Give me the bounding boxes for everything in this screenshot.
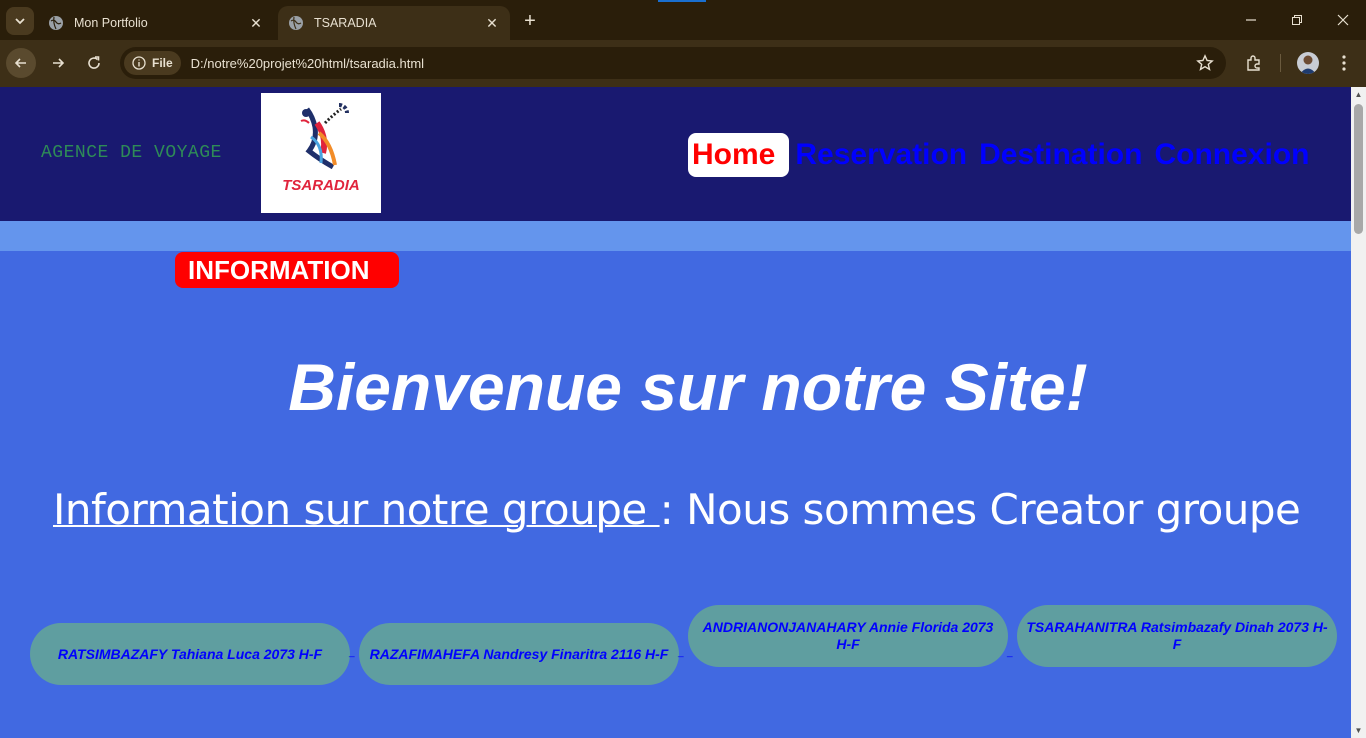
- scroll-up-icon[interactable]: ▲: [1354, 90, 1363, 99]
- arrow-right-icon: [53, 58, 65, 68]
- site-info-chip[interactable]: File: [124, 51, 181, 75]
- chevron-down-icon: [15, 18, 25, 25]
- back-button[interactable]: [6, 48, 36, 78]
- info-icon: [132, 56, 146, 70]
- new-tab-button[interactable]: +: [518, 9, 542, 33]
- member-card[interactable]: RATSIMBAZAFY Tahiana Luca 2073 H-F: [30, 623, 350, 685]
- page-scrollbar[interactable]: ▲ ▼: [1351, 87, 1366, 738]
- site-header: AGENCE DE VOYAGE TSARADIA Home Reservati…: [0, 87, 1351, 221]
- tab-title: Mon Portfolio: [74, 16, 148, 30]
- logo-text: TSARADIA: [282, 177, 360, 194]
- member-card[interactable]: RAZAFIMAHEFA Nandresy Finaritra 2116 H-F: [359, 623, 679, 685]
- globe-icon: [49, 16, 63, 30]
- scroll-thumb[interactable]: [1354, 104, 1363, 234]
- link-separator: _: [1007, 647, 1013, 658]
- close-icon[interactable]: ✕: [484, 15, 500, 31]
- star-icon[interactable]: [1196, 54, 1214, 72]
- close-window-icon[interactable]: [1320, 0, 1366, 40]
- group-info-line: Information sur notre groupe : Nous somm…: [53, 485, 1301, 534]
- nav-reservation[interactable]: Reservation: [795, 138, 967, 172]
- address-bar[interactable]: File D:/notre%20projet%20html/tsaradia.h…: [120, 47, 1226, 79]
- tab-strip-indicator: [658, 0, 706, 2]
- forward-button[interactable]: [43, 48, 73, 78]
- close-icon[interactable]: ✕: [248, 15, 264, 31]
- site-logo[interactable]: TSARADIA: [261, 93, 381, 213]
- nav-destination[interactable]: Destination: [979, 138, 1142, 172]
- browser-toolbar: File D:/notre%20projet%20html/tsaradia.h…: [0, 40, 1366, 86]
- main-nav: Home Reservation Destination Connexion: [688, 133, 1309, 177]
- scroll-down-icon[interactable]: ▼: [1354, 726, 1363, 735]
- group-info-text: : Nous sommes Creator groupe: [659, 485, 1301, 534]
- tab-search-button[interactable]: [6, 7, 34, 35]
- minimize-icon[interactable]: [1228, 0, 1274, 40]
- member-card[interactable]: TSARAHANITRA Ratsimbazafy Dinah 2073 H-F: [1017, 605, 1337, 667]
- tab-title: TSARADIA: [314, 16, 377, 30]
- link-separator: _: [678, 647, 684, 658]
- link-separator: _: [349, 647, 355, 658]
- profile-avatar[interactable]: [1297, 52, 1319, 74]
- restore-icon[interactable]: [1274, 0, 1320, 40]
- tab-tsaradia[interactable]: TSARADIA ✕: [278, 6, 510, 40]
- information-badge[interactable]: INFORMATION: [175, 252, 399, 288]
- extensions-icon[interactable]: [1243, 52, 1265, 74]
- header-strip: [0, 221, 1351, 251]
- scheme-label: File: [152, 56, 173, 70]
- welcome-heading: Bienvenue sur notre Site!: [288, 350, 1088, 424]
- tab-mon-portfolio[interactable]: Mon Portfolio ✕: [38, 6, 274, 40]
- reload-icon: [88, 56, 100, 69]
- arrow-left-icon: [14, 58, 26, 68]
- globe-icon: [289, 16, 303, 30]
- agency-label: AGENCE DE VOYAGE: [41, 143, 222, 163]
- lemur-logo-icon: [300, 103, 349, 170]
- page-viewport: AGENCE DE VOYAGE TSARADIA Home Reservati…: [0, 87, 1351, 738]
- member-card[interactable]: ANDRIANONJANAHARY Annie Florida 2073 H-F: [688, 605, 1008, 667]
- url-text[interactable]: D:/notre%20projet%20html/tsaradia.html: [191, 56, 1226, 71]
- toolbar-divider: [1280, 54, 1281, 72]
- tab-bar: Mon Portfolio ✕ TSARADIA ✕ +: [0, 0, 1366, 40]
- more-menu-icon[interactable]: [1333, 52, 1355, 74]
- group-info-label: Information sur notre groupe: [53, 485, 660, 534]
- reload-button[interactable]: [79, 48, 109, 78]
- nav-connexion[interactable]: Connexion: [1154, 138, 1309, 172]
- nav-home[interactable]: Home: [688, 133, 790, 177]
